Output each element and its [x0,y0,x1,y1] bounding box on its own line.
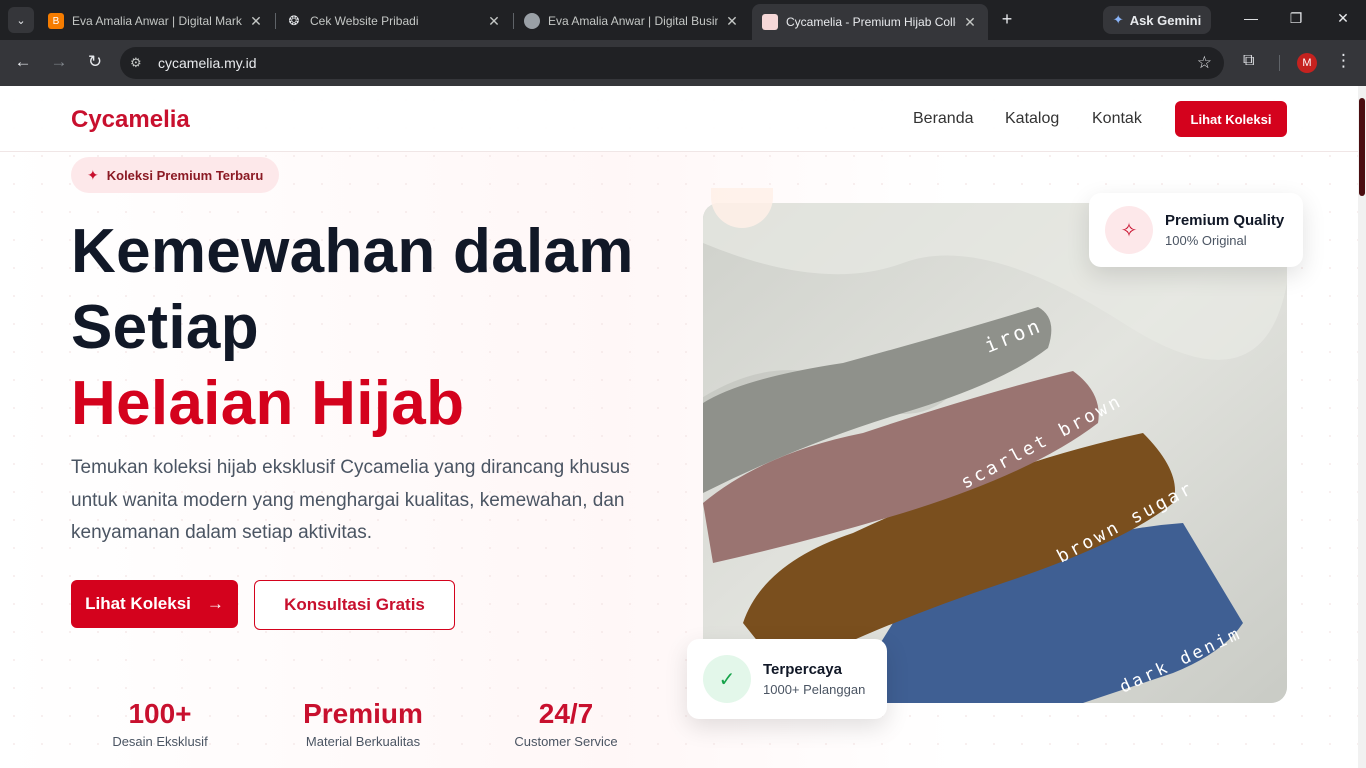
tab-search-chevron-icon[interactable]: ⌄ [8,7,34,33]
menu-kebab-icon[interactable]: ⋮ [1335,51,1352,71]
blogger-icon: B [48,13,64,29]
close-tab-icon[interactable]: ✕ [486,13,502,30]
nav-beranda[interactable]: Beranda [913,110,974,128]
restore-icon[interactable]: ❐ [1286,10,1306,27]
hero-product-image: iron scarlet brown brown sugar dark deni… [703,203,1287,703]
stat-value: 24/7 [538,698,594,729]
avatar-icon [524,13,540,29]
gemini-icon: ✦ [1112,12,1124,27]
header-lihat-koleksi-button[interactable]: Lihat Koleksi [1175,101,1287,137]
browser-tab-4-active[interactable]: Cycamelia - Premium Hijab Colle ✕ [752,4,988,40]
badge-label: Koleksi Premium Terbaru [106,167,264,183]
card-title: Terpercaya [763,661,842,678]
site-header: Cycamelia Beranda Katalog Kontak Lihat K… [0,86,1358,152]
close-tab-icon[interactable]: ✕ [724,13,740,30]
hero-heading: Kemewahan dalam Setiap Helaian Hijab [71,214,671,442]
lihat-koleksi-button[interactable]: Lihat Koleksi → [71,580,238,628]
new-tab-icon[interactable]: + [996,9,1018,30]
stat-desain: 100+ Desain Eksklusif [110,694,210,749]
scrollbar-thumb[interactable] [1359,98,1365,196]
stat-label: Material Berkualitas [305,734,421,749]
minimize-icon[interactable]: — [1241,10,1261,26]
hero-heading-accent: Helaian Hijab [71,369,465,438]
close-tab-icon[interactable]: ✕ [962,14,978,31]
new-collection-badge: ✦ Koleksi Premium Terbaru [71,157,280,193]
stat-label: Customer Service [514,734,618,749]
browser-toolbar: ← → ↻ ⚙ cycamelia.my.id ☆ ⧉ M ⋮ [0,40,1366,86]
toolbar-separator [1279,55,1280,71]
checkmark-icon: ✓ [703,655,751,703]
sparkles-icon: ✧ [1105,206,1153,254]
cycamelia-icon [762,14,778,30]
back-icon[interactable]: ← [12,52,34,72]
stat-label: Desain Eksklusif [112,734,208,749]
tab-title: Cek Website Pribadi [310,14,419,28]
lihat-koleksi-label: Lihat Koleksi [85,594,191,613]
premium-quality-card: ✧ Premium Quality 100% Original [1089,193,1303,267]
bookmark-star-icon[interactable]: ☆ [1197,53,1212,73]
konsultasi-gratis-button[interactable]: Konsultasi Gratis [254,580,455,630]
reload-icon[interactable]: ↻ [84,52,106,72]
profile-avatar[interactable]: M [1297,53,1317,73]
card-title: Premium Quality [1165,212,1285,229]
browser-tab-bar: ⌄ B Eva Amalia Anwar | Digital Mark ✕ ❂ … [0,0,1366,40]
chatgpt-icon: ❂ [288,13,300,28]
card-subtitle: 1000+ Pelanggan [763,682,866,697]
close-window-icon[interactable]: ✕ [1333,10,1353,27]
arrow-right-icon: → [206,594,224,613]
tab-title: Eva Amalia Anwar | Digital Mark [72,14,242,28]
browser-tab-3[interactable]: Eva Amalia Anwar | Digital Busin ✕ [514,6,750,36]
stat-material: Premium Material Berkualitas [290,694,436,749]
site-logo[interactable]: Cycamelia [71,106,190,134]
hero-description: Temukan koleksi hijab eksklusif Cycameli… [71,457,630,543]
ask-gemini-label: Ask Gemini [1129,12,1202,28]
hero-heading-line2: Setiap [71,293,259,362]
nav-katalog[interactable]: Katalog [1005,110,1059,128]
stat-value: Premium [303,698,423,729]
browser-tab-1[interactable]: B Eva Amalia Anwar | Digital Mark ✕ [38,6,274,36]
trusted-card: ✓ Terpercaya 1000+ Pelanggan [687,639,887,719]
nav-kontak[interactable]: Kontak [1092,110,1142,128]
sparkles-icon: ✦ [87,166,99,183]
stat-value: 100+ [128,698,192,729]
extensions-icon[interactable]: ⧉ [1243,52,1254,70]
ask-gemini-button[interactable]: ✦ Ask Gemini [1103,6,1211,34]
tab-title: Eva Amalia Anwar | Digital Busin [548,14,718,28]
card-subtitle: 100% Original [1165,233,1247,248]
browser-tab-2[interactable]: ❂ Cek Website Pribadi ✕ [276,6,512,36]
page-scrollbar[interactable] [1358,86,1366,768]
forward-icon[interactable]: → [48,52,70,72]
stat-customer-service: 24/7 Customer Service [506,694,626,749]
tab-title: Cycamelia - Premium Hijab Colle [786,15,956,29]
url-text[interactable]: cycamelia.my.id [158,55,257,71]
close-tab-icon[interactable]: ✕ [248,13,264,30]
web-page: Cycamelia Beranda Katalog Kontak Lihat K… [0,86,1366,768]
hero-heading-line1: Kemewahan dalam [71,217,634,286]
site-info-icon[interactable]: ⚙ [130,55,142,71]
address-bar[interactable]: ⚙ cycamelia.my.id ☆ [120,47,1224,79]
